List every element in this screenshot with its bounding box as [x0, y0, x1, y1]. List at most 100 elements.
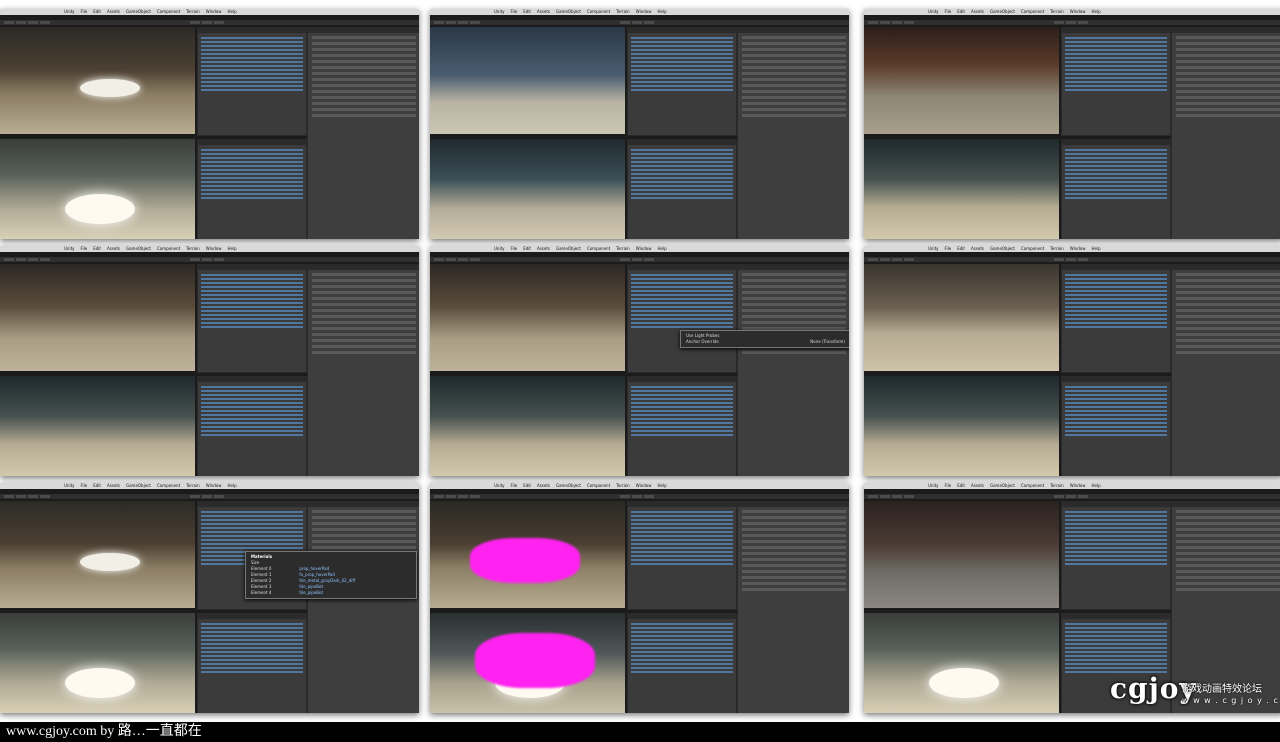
menu-item[interactable]: Window: [636, 483, 652, 489]
toolbar-button[interactable]: [214, 495, 224, 498]
menu-item[interactable]: Edit: [957, 9, 965, 15]
menu-item[interactable]: Help: [228, 483, 237, 489]
menu-item[interactable]: File: [511, 246, 518, 252]
menu-item[interactable]: Assets: [537, 9, 550, 15]
toolbar-button[interactable]: [190, 21, 200, 24]
game-view[interactable]: [864, 613, 1059, 713]
menu-item[interactable]: Window: [1070, 246, 1086, 252]
menu-item[interactable]: GameObject: [126, 9, 151, 15]
hover-pad-object[interactable]: [80, 553, 140, 571]
toolbar-button[interactable]: [190, 258, 200, 261]
menu-item[interactable]: Unity: [494, 246, 505, 252]
toolbar-button[interactable]: [202, 258, 212, 261]
toolbar-button[interactable]: [40, 21, 50, 24]
menu-item[interactable]: Edit: [957, 246, 965, 252]
menu-item[interactable]: File: [81, 9, 88, 15]
menu-item[interactable]: Component: [1021, 246, 1044, 252]
toolbar-button[interactable]: [620, 495, 630, 498]
toolbar-button[interactable]: [4, 258, 14, 261]
toolbar-button[interactable]: [28, 258, 38, 261]
toolbar-button[interactable]: [632, 21, 642, 24]
menu-item[interactable]: Component: [587, 9, 610, 15]
toolbar-button[interactable]: [1066, 495, 1076, 498]
menu-item[interactable]: Assets: [971, 246, 984, 252]
menu-item[interactable]: Terrain: [1050, 9, 1064, 15]
menu-item[interactable]: Window: [206, 9, 222, 15]
menu-item[interactable]: Terrain: [186, 9, 200, 15]
toolbar-button[interactable]: [620, 258, 630, 261]
toolbar-button[interactable]: [40, 258, 50, 261]
menu-item[interactable]: Help: [228, 9, 237, 15]
toolbar-button[interactable]: [458, 495, 468, 498]
toolbar-button[interactable]: [470, 21, 480, 24]
menu-item[interactable]: Help: [1092, 246, 1101, 252]
menu-item[interactable]: Unity: [64, 246, 75, 252]
menu-item[interactable]: Assets: [971, 483, 984, 489]
menu-item[interactable]: File: [945, 246, 952, 252]
menu-item[interactable]: Help: [658, 9, 667, 15]
menu-item[interactable]: Unity: [64, 483, 75, 489]
toolbar-button[interactable]: [1054, 495, 1064, 498]
menu-item[interactable]: Unity: [928, 9, 939, 15]
toolbar-button[interactable]: [880, 258, 890, 261]
menu-item[interactable]: Terrain: [616, 246, 630, 252]
menu-item[interactable]: Help: [1092, 483, 1101, 489]
menu-item[interactable]: File: [81, 483, 88, 489]
toolbar-button[interactable]: [446, 495, 456, 498]
menu-item[interactable]: Terrain: [186, 483, 200, 489]
toolbar-button[interactable]: [434, 495, 444, 498]
menu-item[interactable]: Assets: [537, 246, 550, 252]
menu-item[interactable]: Component: [1021, 483, 1044, 489]
toolbar-button[interactable]: [632, 495, 642, 498]
menu-item[interactable]: Assets: [107, 483, 120, 489]
menu-item[interactable]: Edit: [93, 9, 101, 15]
menu-item[interactable]: Edit: [523, 483, 531, 489]
menu-item[interactable]: Unity: [494, 9, 505, 15]
toolbar-button[interactable]: [644, 21, 654, 24]
scene-view[interactable]: [864, 264, 1059, 371]
menu-item[interactable]: Terrain: [186, 246, 200, 252]
toolbar-button[interactable]: [880, 21, 890, 24]
menu-item[interactable]: GameObject: [556, 483, 581, 489]
game-view[interactable]: [0, 139, 195, 239]
menu-item[interactable]: Window: [636, 9, 652, 15]
game-view[interactable]: [0, 376, 195, 476]
menu-item[interactable]: Edit: [93, 483, 101, 489]
toolbar-button[interactable]: [458, 21, 468, 24]
menu-item[interactable]: File: [511, 9, 518, 15]
game-view[interactable]: [864, 376, 1059, 476]
game-view[interactable]: [0, 613, 195, 713]
toolbar-button[interactable]: [458, 258, 468, 261]
toolbar-button[interactable]: [904, 495, 914, 498]
toolbar-button[interactable]: [1066, 258, 1076, 261]
menu-item[interactable]: Window: [206, 483, 222, 489]
toolbar-button[interactable]: [880, 495, 890, 498]
menu-item[interactable]: Terrain: [1050, 483, 1064, 489]
toolbar-button[interactable]: [904, 21, 914, 24]
menu-item[interactable]: Edit: [93, 246, 101, 252]
toolbar-button[interactable]: [446, 21, 456, 24]
menu-item[interactable]: Assets: [107, 246, 120, 252]
menu-item[interactable]: File: [945, 9, 952, 15]
menu-item[interactable]: Edit: [957, 483, 965, 489]
toolbar-button[interactable]: [892, 258, 902, 261]
menu-item[interactable]: Component: [587, 246, 610, 252]
toolbar-button[interactable]: [4, 21, 14, 24]
menu-item[interactable]: GameObject: [556, 9, 581, 15]
toolbar-button[interactable]: [28, 21, 38, 24]
toolbar-button[interactable]: [470, 495, 480, 498]
game-view[interactable]: [864, 139, 1059, 239]
menu-item[interactable]: Help: [1092, 9, 1101, 15]
toolbar-button[interactable]: [16, 495, 26, 498]
toolbar-button[interactable]: [892, 21, 902, 24]
menu-item[interactable]: Unity: [928, 246, 939, 252]
toolbar-button[interactable]: [1054, 258, 1064, 261]
menu-item[interactable]: Help: [228, 246, 237, 252]
toolbar-button[interactable]: [214, 21, 224, 24]
menu-item[interactable]: Assets: [537, 483, 550, 489]
toolbar-button[interactable]: [202, 21, 212, 24]
scene-view[interactable]: [864, 27, 1059, 134]
game-view[interactable]: [430, 376, 625, 476]
context-popup[interactable]: Use Light Probes Anchor Override None (Tra…: [680, 330, 849, 348]
menu-item[interactable]: Window: [636, 246, 652, 252]
